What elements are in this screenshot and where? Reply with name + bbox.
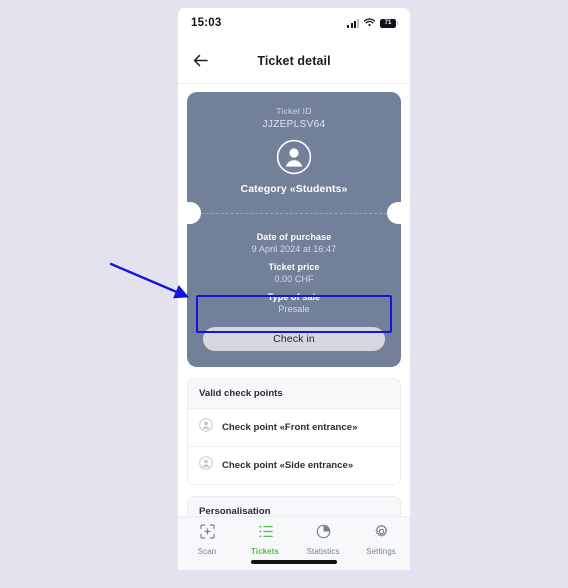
ticket-id-label: Ticket ID <box>276 106 312 116</box>
home-indicator <box>251 560 337 564</box>
ticket-field-label: Date of purchase <box>256 232 332 242</box>
status-bar-icons: 71 <box>347 14 399 32</box>
pie-chart-icon <box>316 524 331 544</box>
scan-viewfinder-icon <box>199 524 215 544</box>
ticket-field-value: 9 April 2024 at 16:47 <box>251 244 337 254</box>
gear-icon <box>374 524 389 544</box>
check-in-button[interactable]: Check in <box>203 327 385 351</box>
ticket-notch-left <box>186 202 201 224</box>
ticket-field-label: Type of sale <box>267 292 321 302</box>
tab-label-tickets: Tickets <box>250 547 280 556</box>
tab-label-scan: Scan <box>197 547 217 556</box>
tab-tickets[interactable]: Tickets <box>236 524 294 556</box>
tab-label-statistics: Statistics <box>306 547 340 556</box>
person-avatar-icon <box>276 139 312 175</box>
ticket-field-price: Ticket price 0.00 CHF <box>201 262 387 284</box>
tab-settings[interactable]: Settings <box>352 524 410 556</box>
check-point-row[interactable]: Check point «Side entrance» <box>188 447 400 484</box>
ticket-field-value: 0.00 CHF <box>274 274 314 284</box>
check-in-button-wrapper: Check in <box>201 327 387 351</box>
back-arrow-icon <box>193 54 208 67</box>
status-bar: 15:03 71 <box>178 8 410 38</box>
check-point-label: Check point «Front entrance» <box>222 422 358 433</box>
screenshot-root: 15:03 71 Ticket detail Ticket ID JJZEPLS… <box>0 0 568 588</box>
ticket-field-date: Date of purchase 9 April 2024 at 16:47 <box>201 232 387 254</box>
battery-level-label: 71 <box>384 20 392 26</box>
status-bar-time: 15:03 <box>191 17 222 29</box>
phone-screen: 15:03 71 Ticket detail Ticket ID JJZEPLS… <box>178 8 410 570</box>
check-points-panel: Valid check points Check point «Front en… <box>187 378 401 485</box>
ticket-card: Ticket ID JJZEPLSV64 Category «Students» <box>186 92 402 367</box>
check-point-label: Check point «Side entrance» <box>222 460 354 471</box>
ticket-field-label: Ticket price <box>268 262 320 272</box>
bottom-tab-bar: Scan Tickets Statistics Settings <box>178 516 410 570</box>
wifi-icon <box>363 14 376 32</box>
signal-bars-icon <box>347 18 359 28</box>
personalisation-title: Personalisation <box>188 497 400 516</box>
check-points-title: Valid check points <box>188 379 400 409</box>
back-button[interactable] <box>187 48 213 74</box>
ticket-perforation <box>186 202 402 224</box>
tab-statistics[interactable]: Statistics <box>294 524 352 556</box>
ticket-field-value: Presale <box>278 304 310 314</box>
tab-scan[interactable]: Scan <box>178 524 236 556</box>
content-area: Ticket ID JJZEPLSV64 Category «Students» <box>178 84 410 516</box>
battery-icon: 71 <box>380 18 399 28</box>
ticket-notch-right <box>387 202 402 224</box>
check-point-row[interactable]: Check point «Front entrance» <box>188 409 400 447</box>
ticket-list-icon <box>258 524 273 544</box>
navigation-bar: Ticket detail <box>178 38 410 84</box>
personalisation-panel: Personalisation First name Fridolin <box>187 496 401 516</box>
person-circle-icon <box>199 456 213 475</box>
ticket-category: Category «Students» <box>240 183 348 195</box>
person-circle-icon <box>199 418 213 437</box>
tab-label-settings: Settings <box>366 547 396 556</box>
ticket-field-sale-type: Type of sale Presale <box>201 292 387 314</box>
ticket-id-value: JJZEPLSV64 <box>262 119 326 130</box>
